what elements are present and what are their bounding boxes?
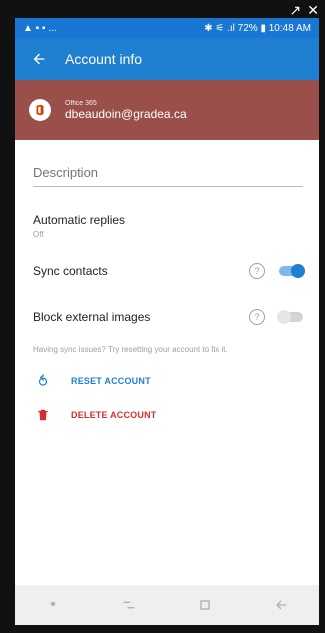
- office-icon: [29, 99, 51, 121]
- app-bar: Account info: [15, 38, 319, 80]
- back-icon: [276, 600, 287, 610]
- nav-home-button[interactable]: [195, 595, 215, 615]
- account-banner: Office 365 dbeaudoin@gradea.ca: [15, 80, 319, 140]
- description-field: [33, 164, 303, 187]
- help-circle-icon[interactable]: ?: [249, 309, 265, 325]
- nav-menu-button[interactable]: [119, 595, 139, 615]
- block-external-images-row: Block external images ?: [33, 309, 303, 325]
- reset-account-label: RESET ACCOUNT: [71, 376, 151, 386]
- delete-account-label: DELETE ACCOUNT: [71, 410, 157, 420]
- phone-screen: ▲ ▪ ▪ ... ✱ ⚟ .ıl 72% ▮ 10:48 AM Account…: [15, 18, 319, 625]
- popout-icon[interactable]: ↗: [290, 2, 302, 19]
- back-button[interactable]: [27, 47, 51, 71]
- delete-account-button[interactable]: DELETE ACCOUNT: [33, 408, 303, 422]
- account-text: Office 365 dbeaudoin@gradea.ca: [65, 100, 187, 121]
- refresh-icon: [33, 374, 53, 388]
- block-external-images-label: Block external images: [33, 310, 151, 324]
- nav-dot-button[interactable]: •: [43, 595, 63, 615]
- sync-contacts-row: Sync contacts ?: [33, 263, 305, 279]
- help-circle-icon[interactable]: ?: [249, 263, 265, 279]
- automatic-replies-item[interactable]: Automatic replies Off: [33, 213, 303, 239]
- trash-icon: [33, 408, 53, 422]
- status-left-text: ▲ ▪ ▪ ...: [23, 22, 57, 34]
- automatic-replies-value: Off: [33, 230, 44, 239]
- menu-icon: [123, 601, 135, 609]
- square-icon: [200, 600, 210, 610]
- window-controls: ↗ ✕: [290, 2, 319, 19]
- reset-account-button[interactable]: RESET ACCOUNT: [33, 374, 303, 388]
- nav-back-button[interactable]: [271, 595, 291, 615]
- automatic-replies-label: Automatic replies: [33, 213, 126, 227]
- block-external-images-toggle[interactable]: [277, 310, 303, 324]
- arrow-left-icon: [33, 53, 45, 65]
- status-left: ▲ ▪ ▪ ...: [23, 23, 57, 34]
- device-frame: ↗ ✕ ▲ ▪ ▪ ... ✱ ⚟ .ıl 72% ▮ 10:48 AM Acc…: [0, 0, 325, 633]
- account-provider: Office 365: [65, 99, 97, 107]
- page-title: Account info: [65, 51, 143, 67]
- android-nav-bar: •: [15, 585, 319, 625]
- status-right-text: ✱ ⚟ .ıl 72% ▮ 10:48 AM: [204, 22, 311, 34]
- toggle-knob: [277, 310, 291, 324]
- account-email: dbeaudoin@gradea.ca: [65, 106, 187, 121]
- dot-icon: •: [50, 596, 56, 613]
- status-right: ✱ ⚟ .ıl 72% ▮ 10:48 AM: [204, 23, 311, 34]
- status-bar: ▲ ▪ ▪ ... ✱ ⚟ .ıl 72% ▮ 10:48 AM: [15, 18, 319, 38]
- description-input[interactable]: [33, 165, 303, 180]
- sync-issues-help-text: Having sync issues? Try resetting your a…: [33, 345, 228, 354]
- toggle-knob: [291, 264, 305, 278]
- sync-contacts-toggle[interactable]: [279, 264, 305, 278]
- sync-contacts-label: Sync contacts: [33, 264, 108, 278]
- close-icon[interactable]: ✕: [307, 2, 319, 19]
- sync-contacts-controls: ?: [249, 263, 305, 279]
- settings-content: Automatic replies Off Sync contacts ? Bl…: [15, 140, 319, 422]
- block-external-images-controls: ?: [249, 309, 303, 325]
